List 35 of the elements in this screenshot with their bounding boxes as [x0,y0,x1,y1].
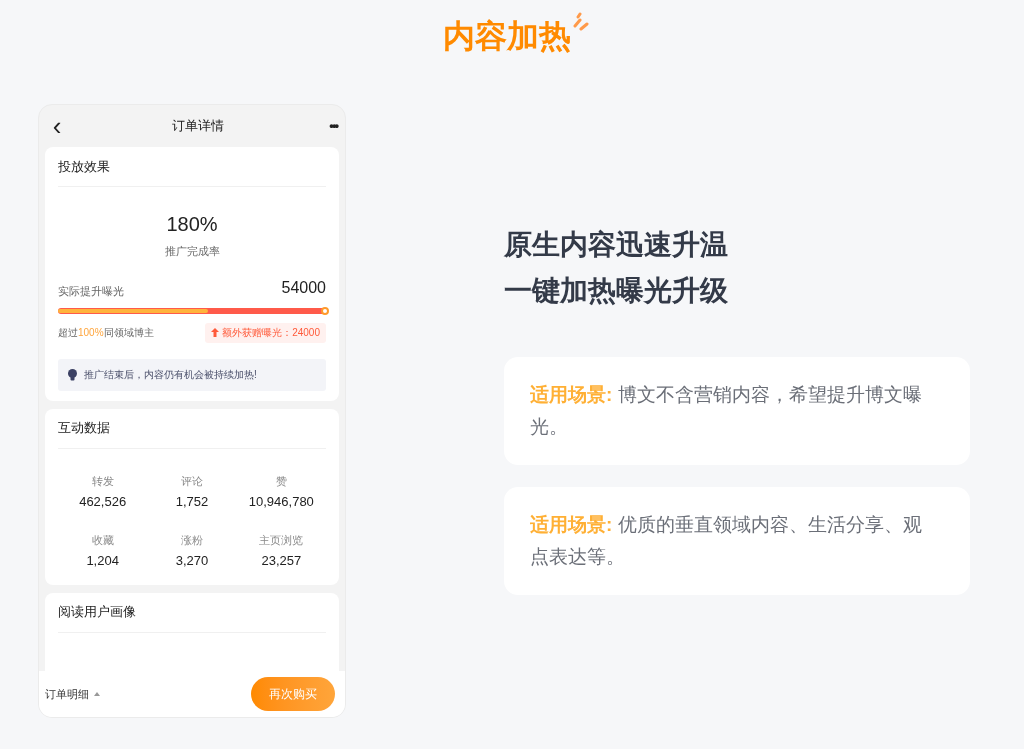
stat-label: 评论 [181,473,203,489]
section-title: 互动数据 [58,408,326,449]
stat-value: 462,526 [79,493,127,511]
back-button[interactable]: ‹ [47,113,67,139]
headline: 一键加热曝光升级 [504,274,729,308]
section-title: 阅读用户画像 [58,592,326,633]
completion-rate: 180% [166,212,218,237]
lightbulb-icon [68,368,77,381]
stat-label: 转发 [91,473,114,489]
scenario-text: 适用场景: 优质的垂直领域内容、生活分享、观点表达等。 [530,513,923,569]
arrow-up-icon [211,328,220,337]
stat-label: 主页浏览 [259,532,304,548]
nav-title: 订单详情 [172,117,225,136]
section-title: 投放效果 [58,147,326,187]
headline: 原生内容迅速升温 [504,228,729,262]
stat-value: 3,270 [175,552,209,570]
exposure-value: 54000 [281,277,326,298]
order-detail-toggle[interactable]: 订单明细 [45,685,100,703]
stat-label: 赞 [275,473,287,489]
completion-label: 推广完成率 [164,244,220,259]
page-title: 内容加热 [443,17,571,56]
beat-text: 超过100%同领域博主 [58,326,154,340]
more-button[interactable]: ••• [329,116,337,136]
stat-value: 23,257 [261,552,302,570]
bonus-text: 额外获赠曝光：24000 [222,326,320,340]
sparkle-icon [571,12,591,32]
exposure-label: 实际提升曝光 [58,284,124,299]
caret-icon [94,692,100,696]
scenario-text: 适用场景: 博文不含营销内容，希望提升博文曝光。 [530,383,923,439]
tip-text: 推广结束后，内容仍有机会被持续加热! [84,368,257,382]
stat-value: 1,752 [175,493,209,511]
stat-value: 1,204 [86,552,119,570]
stat-label: 收藏 [91,532,114,548]
stat-value: 10,946,780 [248,493,314,511]
stat-label: 涨粉 [181,532,203,548]
